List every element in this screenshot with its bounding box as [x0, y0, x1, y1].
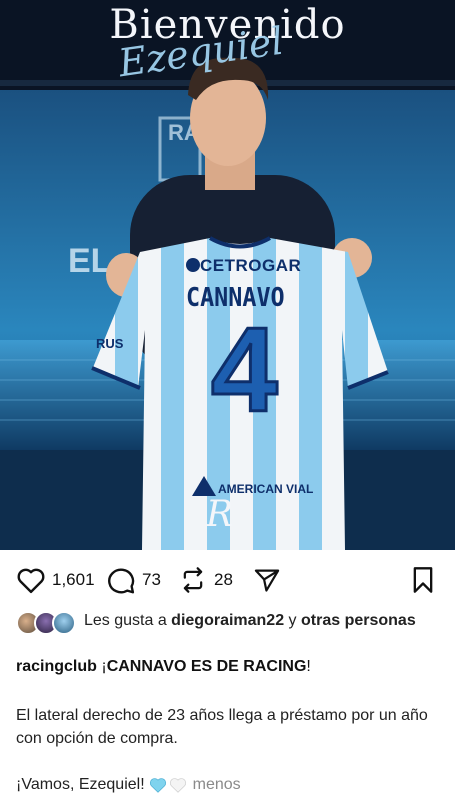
like-count: 1,601	[52, 570, 95, 589]
white-heart-icon	[169, 778, 186, 793]
comment-button[interactable]: 73	[106, 566, 161, 594]
caption-headline: CANNAVO ES DE RACING	[106, 658, 307, 675]
likes-text: Les gusta a diegoraiman22 y otras person…	[84, 610, 416, 633]
post-image[interactable]: EL RA RUS Bienvenido Ezequiel CETROGAR C…	[0, 0, 455, 550]
like-button[interactable]: 1,601	[16, 566, 95, 594]
svg-text:EL: EL	[68, 242, 111, 280]
caption-closing-line: ¡Vamos, Ezequiel! menos	[16, 774, 441, 796]
repost-icon	[183, 567, 203, 593]
avatar	[52, 611, 76, 635]
liker-avatars	[16, 611, 80, 635]
repost-count: 28	[214, 570, 233, 589]
caption-body: El lateral derecho de 23 años llega a pr…	[16, 707, 428, 747]
caption: racingclub ¡CANNAVO ES DE RACING!	[16, 656, 441, 678]
share-button[interactable]	[252, 566, 282, 594]
club-crest-letter: R	[206, 494, 234, 535]
light-blue-heart-icon	[149, 778, 166, 793]
likes-others-link[interactable]: otras personas	[301, 612, 416, 629]
caption-closing: ¡Vamos, Ezequiel!	[16, 776, 145, 793]
comment-icon	[108, 568, 135, 594]
bookmark-icon	[413, 567, 433, 593]
likes-summary[interactable]: Les gusta a diegoraiman22 y otras person…	[16, 610, 446, 635]
save-button[interactable]	[410, 566, 436, 594]
comment-count: 73	[142, 570, 161, 589]
jersey-sponsor-bottom-logo-icon	[192, 476, 216, 496]
jersey-sponsor-logo-icon	[186, 258, 200, 272]
send-icon	[254, 569, 280, 592]
jersey-sponsor: CETROGAR	[200, 256, 302, 275]
caption-username[interactable]: racingclub	[16, 658, 97, 675]
likes-prefix: Les gusta a	[84, 612, 172, 629]
less-link[interactable]: menos	[193, 774, 241, 796]
caption-headline-open: ¡	[96, 658, 107, 675]
post-action-bar: 1,601 73 28	[0, 560, 455, 600]
caption-headline-close: !	[306, 658, 311, 675]
repost-button[interactable]: 28	[178, 566, 233, 594]
likes-middle: y	[284, 612, 301, 629]
heart-icon	[17, 568, 45, 594]
svg-text:RUS: RUS	[96, 336, 124, 351]
jersey-number: 4	[210, 302, 280, 439]
likes-user-link[interactable]: diegoraiman22	[171, 612, 284, 629]
